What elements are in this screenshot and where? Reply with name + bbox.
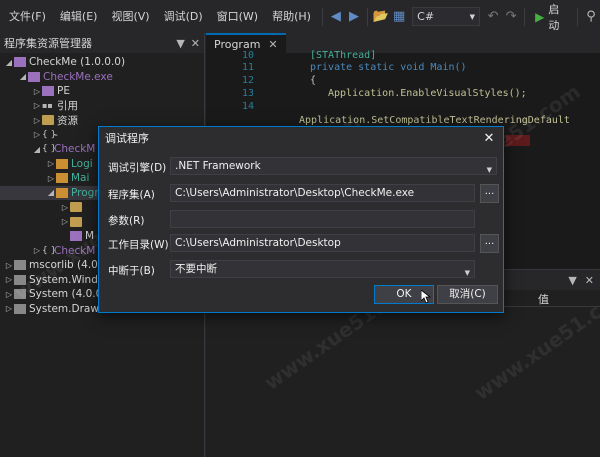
engine-select[interactable]: .NET Framework ▼ bbox=[170, 157, 497, 175]
engine-label: 调试引擎(D) bbox=[108, 162, 167, 174]
dialog-title: 调试程序 bbox=[105, 132, 149, 145]
engine-value: .NET Framework bbox=[175, 160, 261, 172]
assembly-label: 程序集(A) bbox=[108, 189, 155, 201]
chevron-down-icon: ▼ bbox=[486, 166, 492, 174]
app-window: 文件(F) 编辑(E) 视图(V) 调试(D) 窗口(W) 帮助(H) ◀ ▶ … bbox=[0, 0, 600, 457]
assembly-value: C:\Users\Administrator\Desktop\CheckMe.e… bbox=[175, 187, 415, 199]
browse-workdir-button[interactable]: ... bbox=[480, 234, 499, 253]
assembly-row: 程序集(A) C:\Users\Administrator\Desktop\Ch… bbox=[99, 184, 505, 204]
engine-row: 调试引擎(D) .NET Framework ▼ bbox=[99, 157, 505, 177]
args-label: 参数(R) bbox=[108, 215, 145, 227]
break-label: 中断于(B) bbox=[108, 265, 155, 277]
workdir-field[interactable]: C:\Users\Administrator\Desktop bbox=[170, 234, 475, 252]
break-value: 不要中断 bbox=[175, 263, 217, 275]
workdir-value: C:\Users\Administrator\Desktop bbox=[175, 237, 341, 249]
chevron-down-icon: ▼ bbox=[464, 269, 470, 277]
break-select[interactable]: 不要中断 ▼ bbox=[170, 260, 475, 278]
args-field[interactable] bbox=[170, 210, 475, 228]
workdir-label: 工作目录(W) bbox=[108, 239, 169, 251]
break-row: 中断于(B) 不要中断 ▼ bbox=[99, 260, 505, 280]
close-icon[interactable]: ✕ bbox=[481, 131, 497, 146]
debug-program-dialog: 调试程序 ✕ 调试引擎(D) .NET Framework ▼ 程序集(A) C… bbox=[98, 126, 504, 313]
args-row: 参数(R) bbox=[99, 210, 505, 230]
workdir-row: 工作目录(W) C:\Users\Administrator\Desktop .… bbox=[99, 234, 505, 254]
browse-assembly-button[interactable]: ... bbox=[480, 184, 499, 203]
dialog-titlebar: 调试程序 ✕ bbox=[99, 127, 503, 149]
assembly-field[interactable]: C:\Users\Administrator\Desktop\CheckMe.e… bbox=[170, 184, 475, 202]
cancel-button[interactable]: 取消(C) bbox=[437, 285, 498, 304]
mouse-cursor-icon bbox=[421, 290, 431, 304]
